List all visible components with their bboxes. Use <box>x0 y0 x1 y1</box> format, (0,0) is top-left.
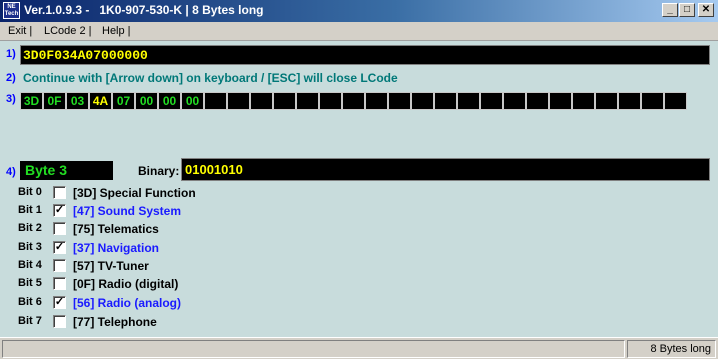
byte-cell[interactable] <box>227 92 250 110</box>
bit-row: Bit 2 [75] Telematics <box>18 220 418 238</box>
byte-cell[interactable] <box>641 92 664 110</box>
menu-lcode2[interactable]: LCode 2 | <box>44 25 92 37</box>
bit-checkbox[interactable] <box>53 259 66 272</box>
byte-cell[interactable] <box>319 92 342 110</box>
maximize-button[interactable]: □ <box>679 3 695 17</box>
bit-checkbox[interactable] <box>53 315 66 328</box>
bit-label: Bit 2 <box>18 222 42 234</box>
byte-cell[interactable] <box>434 92 457 110</box>
bit-row: Bit 6 ✓ [56] Radio (analog) <box>18 294 418 312</box>
bit-description: [77] Telephone <box>73 315 157 329</box>
byte-cell[interactable] <box>411 92 434 110</box>
byte-cell[interactable] <box>296 92 319 110</box>
selected-byte-label: Byte 3 <box>20 161 113 180</box>
bit-row: Bit 7 [77] Telephone <box>18 313 418 331</box>
byte-cell[interactable] <box>503 92 526 110</box>
bit-description: [57] TV-Tuner <box>73 259 149 273</box>
bit-label: Bit 3 <box>18 241 42 253</box>
bit-label: Bit 4 <box>18 259 42 271</box>
bit-description: [47] Sound System <box>73 204 182 218</box>
section-number-1: 1) <box>6 48 16 60</box>
bit-checkbox[interactable] <box>53 277 66 290</box>
hint-text: Continue with [Arrow down] on keyboard /… <box>23 71 398 85</box>
byte-cell[interactable] <box>664 92 687 110</box>
bit-checkbox[interactable] <box>53 186 66 199</box>
byte-cell[interactable]: 4A <box>89 92 112 110</box>
byte-cell[interactable] <box>572 92 595 110</box>
bit-checkbox[interactable] <box>53 222 66 235</box>
section-number-3: 3) <box>6 93 16 105</box>
title-bar: NE Tech Ver.1.0.9.3 - 1K0-907-530-K | 8 … <box>0 0 718 22</box>
byte-cell[interactable] <box>526 92 549 110</box>
status-pane-left <box>2 340 625 358</box>
close-button[interactable]: ✕ <box>698 3 714 17</box>
byte-cell[interactable]: 00 <box>181 92 204 110</box>
byte-cell[interactable] <box>204 92 227 110</box>
bit-row: Bit 0 [3D] Special Function <box>18 184 418 202</box>
byte-cell[interactable] <box>388 92 411 110</box>
bit-label: Bit 7 <box>18 315 42 327</box>
bit-label: Bit 6 <box>18 296 42 308</box>
bit-description: [3D] Special Function <box>73 186 196 200</box>
bit-label: Bit 0 <box>18 186 42 198</box>
byte-cell[interactable] <box>549 92 572 110</box>
bit-description: [37] Navigation <box>73 241 160 255</box>
app-logo-icon: NE Tech <box>3 2 20 19</box>
byte-cell[interactable] <box>342 92 365 110</box>
status-bar: 8 Bytes long <box>0 337 718 359</box>
status-pane-right: 8 Bytes long <box>627 340 716 358</box>
byte-cell[interactable] <box>480 92 503 110</box>
section-number-2: 2) <box>6 72 16 84</box>
byte-cell[interactable]: 07 <box>112 92 135 110</box>
bit-description: [0F] Radio (digital) <box>73 277 179 291</box>
menu-bar: Exit | LCode 2 | Help | <box>0 22 718 41</box>
bit-label: Bit 5 <box>18 277 42 289</box>
byte-cell[interactable] <box>595 92 618 110</box>
byte-cell[interactable] <box>365 92 388 110</box>
byte-cell[interactable] <box>273 92 296 110</box>
main-panel: 1) 3D0F034A07000000 2) Continue with [Ar… <box>0 41 718 337</box>
byte-cell[interactable] <box>250 92 273 110</box>
bit-row: Bit 4 [57] TV-Tuner <box>18 257 418 275</box>
bit-label: Bit 1 <box>18 204 42 216</box>
code-input[interactable]: 3D0F034A07000000 <box>20 45 710 65</box>
byte-cell[interactable]: 00 <box>158 92 181 110</box>
binary-label: Binary: <box>138 164 180 178</box>
menu-exit[interactable]: Exit | <box>8 25 32 37</box>
bit-checkbox[interactable]: ✓ <box>53 204 66 217</box>
bit-description: [75] Telematics <box>73 222 159 236</box>
byte-cell[interactable]: 3D <box>20 92 43 110</box>
binary-value-field[interactable]: 01001010 <box>181 158 710 181</box>
byte-cell[interactable] <box>618 92 641 110</box>
byte-cell[interactable]: 00 <box>135 92 158 110</box>
minimize-button[interactable]: _ <box>662 3 678 17</box>
bit-checkbox[interactable]: ✓ <box>53 241 66 254</box>
bit-checkbox[interactable]: ✓ <box>53 296 66 309</box>
bit-description: [56] Radio (analog) <box>73 296 182 310</box>
bit-row: Bit 3 ✓ [37] Navigation <box>18 239 418 257</box>
byte-cell[interactable]: 03 <box>66 92 89 110</box>
window-title: Ver.1.0.9.3 - 1K0-907-530-K | 8 Bytes lo… <box>24 3 264 17</box>
byte-cell[interactable]: 0F <box>43 92 66 110</box>
bit-row: Bit 1 ✓ [47] Sound System <box>18 202 418 220</box>
byte-cells-row: 3D 0F 03 4A 07 00 00 00 <box>20 92 687 110</box>
byte-cell[interactable] <box>457 92 480 110</box>
bit-row: Bit 5 [0F] Radio (digital) <box>18 275 418 293</box>
section-number-4: 4) <box>6 166 16 178</box>
code-value: 3D0F034A07000000 <box>23 48 148 63</box>
menu-help[interactable]: Help | <box>102 25 131 37</box>
